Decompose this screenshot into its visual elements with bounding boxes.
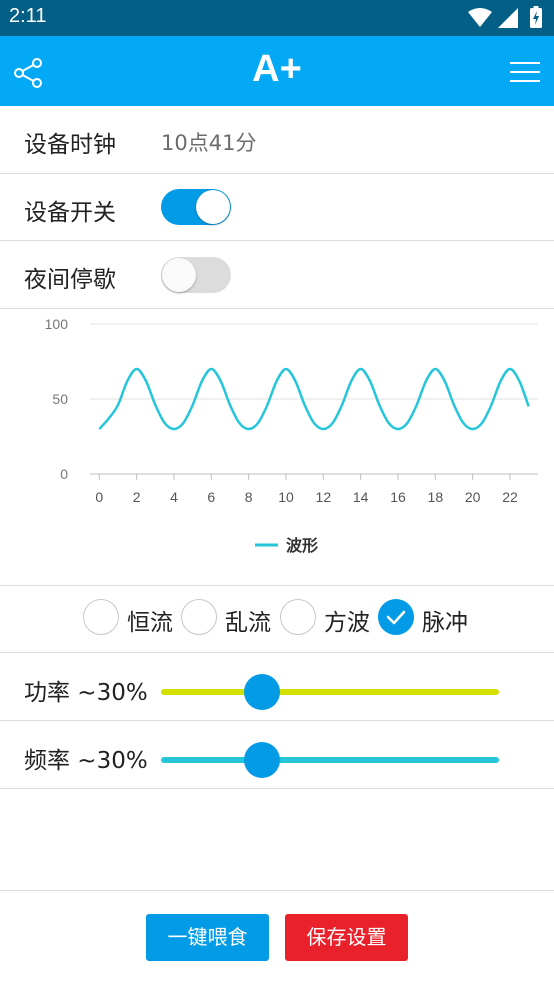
- device-switch-row: 设备开关: [0, 174, 554, 241]
- slider-track: [161, 757, 499, 763]
- mode-option-label: 恒流: [127, 610, 173, 636]
- y-tick-label: 100: [45, 316, 69, 332]
- toggle-knob: [196, 190, 230, 224]
- frequency-row: 频率 ~30%: [0, 721, 554, 789]
- waveform-chart-svg: 0 50 100 0 2 4 6 8 10 12 14 16 18 20 22 波形: [45, 316, 538, 555]
- signal-icon: [498, 8, 518, 28]
- x-tick-label: 0: [95, 489, 103, 505]
- slider-thumb[interactable]: [244, 742, 281, 778]
- power-slider[interactable]: [161, 674, 499, 710]
- device-clock-row: 设备时钟 10点41分: [0, 106, 554, 174]
- save-settings-button[interactable]: 保存设置: [285, 914, 408, 961]
- power-label: 功率 ~30%: [24, 680, 148, 706]
- radio-circle: [280, 599, 316, 635]
- device-switch-label: 设备开关: [24, 200, 116, 226]
- slider-track: [161, 689, 499, 695]
- status-time: 2:11: [9, 5, 47, 27]
- x-tick-label: 10: [278, 489, 294, 505]
- x-tick-label: 20: [465, 489, 481, 505]
- mode-option[interactable]: 方波: [280, 599, 376, 639]
- radio-circle: [378, 599, 414, 635]
- radio-circle: [83, 599, 119, 635]
- device-switch-toggle[interactable]: [161, 189, 231, 225]
- footer-actions: 一键喂食 保存设置: [0, 890, 554, 983]
- x-tick-label: 12: [316, 489, 332, 505]
- wifi-icon: [468, 8, 492, 27]
- power-row: 功率 ~30%: [0, 653, 554, 721]
- mode-radio-group: 恒流 乱流 方波 脉冲: [0, 586, 554, 653]
- app-bar: A+: [0, 36, 554, 106]
- mode-option[interactable]: 脉冲: [378, 599, 474, 639]
- app-title: A+: [252, 48, 302, 90]
- y-tick-label: 0: [60, 466, 68, 482]
- device-clock-value: 10点41分: [161, 131, 257, 155]
- x-tick-label: 4: [170, 489, 178, 505]
- device-clock-label: 设备时钟: [24, 132, 116, 158]
- slider-thumb[interactable]: [244, 674, 281, 710]
- x-tick-label: 18: [428, 489, 444, 505]
- y-tick-label: 50: [52, 391, 68, 407]
- check-icon: [386, 610, 406, 625]
- toggle-knob: [162, 258, 196, 292]
- x-tick-label: 6: [207, 489, 215, 505]
- night-pause-row: 夜间停歇: [0, 241, 554, 309]
- mode-option[interactable]: 乱流: [181, 599, 277, 639]
- waveform-chart: 0 50 100 0 2 4 6 8 10 12 14 16 18 20 22 波形: [0, 309, 554, 586]
- battery-icon: [530, 6, 542, 28]
- x-tick-label: 2: [133, 489, 141, 505]
- x-tick-label: 8: [245, 489, 253, 505]
- mode-option[interactable]: 恒流: [83, 599, 179, 639]
- status-bar: 2:11: [0, 0, 554, 36]
- frequency-slider[interactable]: [161, 742, 499, 778]
- mode-option-label: 方波: [324, 610, 370, 636]
- x-tick-label: 14: [353, 489, 369, 505]
- legend-label: 波形: [286, 536, 318, 555]
- x-tick-label: 16: [390, 489, 406, 505]
- x-tick-label: 22: [502, 489, 518, 505]
- mode-option-label: 脉冲: [422, 610, 468, 636]
- night-pause-toggle[interactable]: [161, 257, 231, 293]
- mode-option-label: 乱流: [225, 610, 271, 636]
- frequency-label: 频率 ~30%: [24, 748, 148, 774]
- radio-circle: [181, 599, 217, 635]
- feed-button[interactable]: 一键喂食: [146, 914, 269, 961]
- night-pause-label: 夜间停歇: [24, 267, 116, 293]
- menu-icon[interactable]: [510, 60, 540, 84]
